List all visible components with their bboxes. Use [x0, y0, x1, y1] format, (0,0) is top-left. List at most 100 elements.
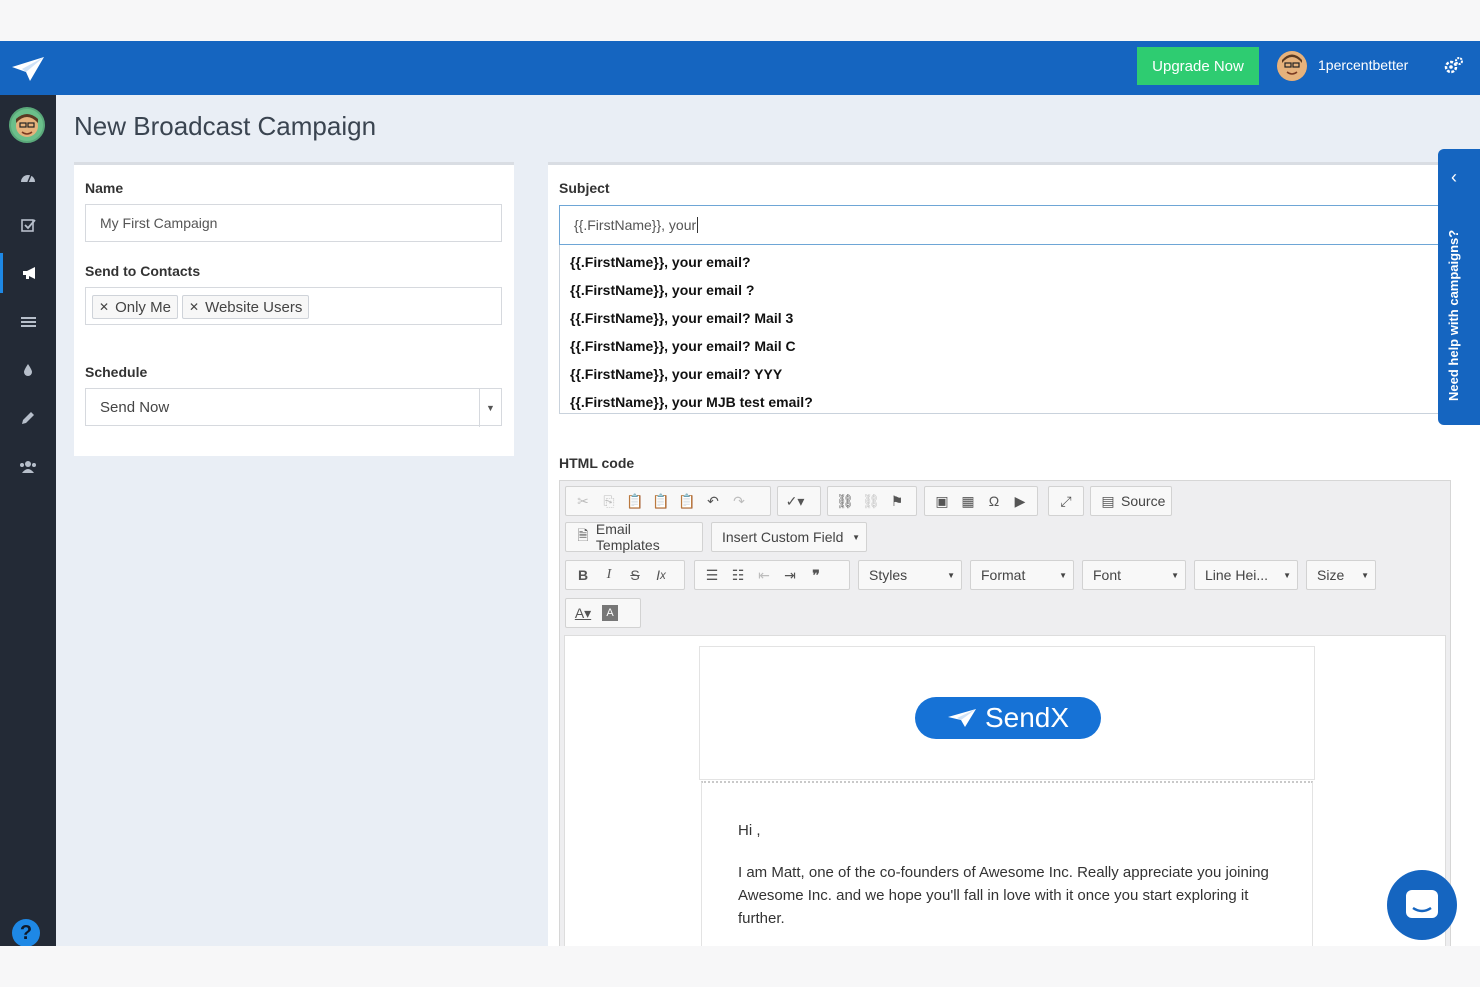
schedule-select[interactable]: Send Now ▼	[85, 388, 502, 427]
insert-custom-field-dropdown[interactable]: Insert Custom Field ▼	[711, 522, 867, 552]
subject-input[interactable]: {{.FirstName}}, your	[559, 205, 1439, 245]
contacts-tag-input[interactable]: ✕ Only Me ✕ Website Users	[85, 287, 502, 325]
sendx-brand-logo: SendX	[915, 697, 1101, 739]
suggestion-item[interactable]: {{.FirstName}}, your email?	[570, 254, 751, 270]
chevron-down-icon: ▼	[1059, 570, 1067, 580]
campaign-help-tab[interactable]: ‹ Need help with campaigns?	[1438, 149, 1480, 425]
maximize-icon[interactable]: ⤢	[1053, 489, 1079, 513]
font-dropdown[interactable]: Font ▼	[1082, 560, 1186, 590]
bold-icon[interactable]: B	[570, 563, 596, 587]
remove-tag-icon[interactable]: ✕	[189, 300, 199, 314]
suggestion-item[interactable]: {{.FirstName}}, your email ?	[570, 282, 754, 298]
strikethrough-icon[interactable]: S	[622, 563, 648, 587]
spellcheck-toolbar: ✓▾	[777, 486, 821, 516]
undo-icon[interactable]: ↶	[700, 489, 726, 513]
size-label: Size	[1317, 567, 1345, 583]
bullet-list-icon[interactable]: ☷	[725, 563, 751, 587]
contact-tag-label: Only Me	[115, 298, 171, 316]
sendx-logo-icon[interactable]	[10, 55, 46, 83]
color-toolbar: A▾ A	[565, 598, 641, 628]
chevron-down-icon: ▼	[1283, 570, 1291, 580]
sidebar-item-contacts[interactable]	[0, 447, 56, 487]
numbered-list-icon[interactable]: ☰	[699, 563, 725, 587]
anchor-flag-icon[interactable]: ⚑	[884, 489, 910, 513]
video-icon[interactable]: ▶	[1007, 489, 1033, 513]
html-editor: ✂ ⎘ 📋 📋 📋 ↶ ↷ ✓▾ ⛓ ⛓ ⚑ ▣ ▦ Ω ▶ ⤢ ▤ Sourc…	[559, 480, 1451, 946]
chevron-down-icon[interactable]: ▼	[479, 389, 501, 427]
paragraph-toolbar: ☰ ☷ ⇤ ⇥ ❞	[694, 560, 850, 590]
top-bar: Upgrade Now 1percentbetter	[0, 41, 1480, 95]
campaign-content-card: Subject {{.FirstName}}, your {{.FirstNam…	[548, 162, 1480, 946]
sidebar-avatar[interactable]	[9, 107, 45, 143]
campaign-settings-card: Name My First Campaign Send to Contacts …	[74, 162, 514, 456]
styles-label: Styles	[869, 567, 908, 583]
cut-icon[interactable]: ✂	[570, 489, 596, 513]
background-color-icon[interactable]: A	[602, 605, 618, 621]
pencil-icon	[22, 412, 34, 424]
line-height-dropdown[interactable]: Line Hei... ▼	[1194, 560, 1298, 590]
username-label[interactable]: 1percentbetter	[1318, 57, 1408, 73]
sidebar: ?	[0, 95, 56, 946]
indent-icon[interactable]: ⇥	[777, 563, 803, 587]
size-dropdown[interactable]: Size ▼	[1306, 560, 1376, 590]
document-icon: 🗎	[577, 527, 589, 543]
styles-dropdown[interactable]: Styles ▼	[858, 560, 962, 590]
sidebar-item-campaigns[interactable]	[0, 253, 56, 293]
users-icon	[20, 461, 36, 473]
source-icon: ▤	[1101, 492, 1115, 509]
source-button[interactable]: ▤ Source	[1090, 486, 1172, 516]
spellcheck-icon[interactable]: ✓▾	[782, 489, 808, 513]
chevron-down-icon: ▼	[852, 532, 860, 542]
email-templates-button[interactable]: 🗎 Email Templates	[565, 521, 703, 553]
suggestion-item[interactable]: {{.FirstName}}, your email? Mail 3	[570, 310, 793, 326]
name-label: Name	[85, 180, 124, 196]
megaphone-icon	[22, 267, 35, 279]
sidebar-item-dashboard[interactable]	[0, 157, 56, 197]
chat-launcher-button[interactable]	[1387, 870, 1457, 940]
remove-tag-icon[interactable]: ✕	[99, 300, 109, 314]
blockquote-icon[interactable]: ❞	[803, 563, 829, 587]
email-body-block: Hi , I am Matt, one of the co-founders o…	[701, 781, 1313, 946]
suggestion-item[interactable]: {{.FirstName}}, your email? Mail C	[570, 338, 796, 354]
italic-icon[interactable]: I	[596, 563, 622, 587]
schedule-label: Schedule	[85, 364, 148, 380]
image-icon[interactable]: ▣	[929, 489, 955, 513]
editor-content-area[interactable]: SendX Hi , I am Matt, one of the co-foun…	[564, 635, 1446, 946]
checkbox-icon	[20, 219, 36, 232]
contact-tag-website-users: ✕ Website Users	[182, 295, 310, 319]
drop-icon	[24, 364, 32, 376]
dashboard-icon	[21, 174, 35, 183]
clipboard-toolbar: ✂ ⎘ 📋 📋 📋 ↶ ↷	[565, 486, 771, 516]
suggestion-item[interactable]: {{.FirstName}}, your email? YYY	[570, 366, 782, 382]
link-icon[interactable]: ⛓	[832, 489, 858, 513]
paste-text-icon[interactable]: 📋	[648, 489, 674, 513]
special-char-icon[interactable]: Ω	[981, 489, 1007, 513]
remove-format-icon[interactable]: Ix	[648, 563, 674, 587]
list-icon	[20, 316, 36, 327]
app-screen: Upgrade Now 1percentbetter ? New Broadca…	[0, 41, 1480, 946]
text-color-icon[interactable]: A▾	[570, 601, 596, 625]
sidebar-item-tasks[interactable]	[0, 205, 56, 245]
table-icon[interactable]: ▦	[955, 489, 981, 513]
name-input[interactable]: My First Campaign	[85, 204, 502, 242]
upgrade-now-button[interactable]: Upgrade Now	[1137, 47, 1259, 85]
text-style-toolbar: B I S Ix	[565, 560, 685, 590]
paper-plane-icon	[947, 709, 976, 727]
suggestion-item[interactable]: {{.FirstName}}, your MJB test email?	[570, 394, 813, 410]
outdent-icon[interactable]: ⇤	[751, 563, 777, 587]
email-greeting: Hi ,	[738, 822, 761, 839]
settings-gear-icon[interactable]	[1443, 55, 1465, 77]
sidebar-item-lists[interactable]	[0, 302, 56, 342]
paste-icon[interactable]: 📋	[622, 489, 648, 513]
unlink-icon[interactable]: ⛓	[858, 489, 884, 513]
format-dropdown[interactable]: Format ▼	[970, 560, 1074, 590]
user-avatar[interactable]	[1277, 51, 1307, 81]
redo-icon[interactable]: ↷	[726, 489, 752, 513]
help-icon[interactable]: ?	[12, 919, 40, 946]
source-label: Source	[1121, 493, 1166, 509]
copy-icon[interactable]: ⎘	[596, 489, 622, 513]
email-header-block: SendX	[699, 646, 1315, 780]
sidebar-item-drip[interactable]	[0, 350, 56, 390]
sidebar-item-design[interactable]	[0, 398, 56, 438]
paste-word-icon[interactable]: 📋	[674, 489, 700, 513]
